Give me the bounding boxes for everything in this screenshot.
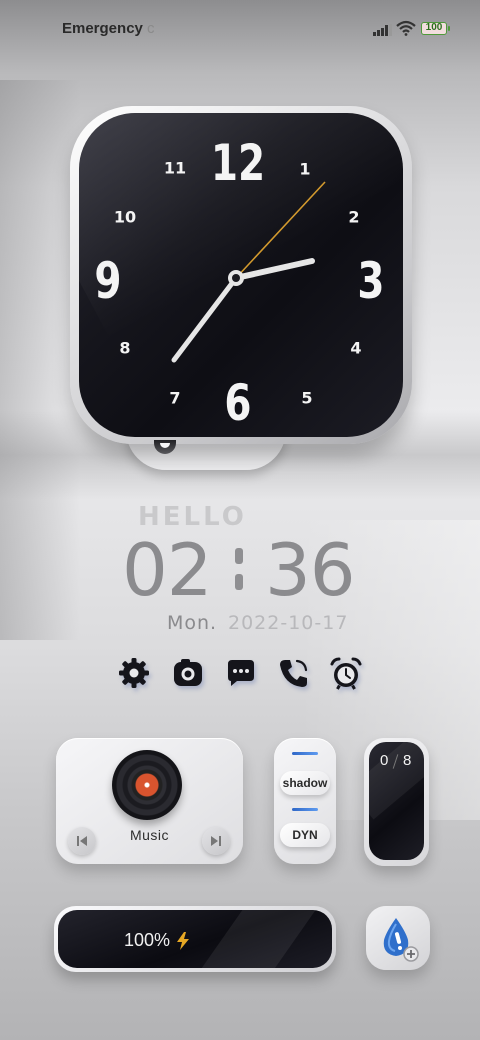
phone-icon[interactable] xyxy=(276,655,312,691)
battery-widget[interactable]: 100% xyxy=(54,906,336,972)
skip-previous-icon xyxy=(77,836,87,846)
date-day: 17 xyxy=(322,612,349,634)
date-year: 2022 xyxy=(228,612,281,634)
vinyl-record-icon[interactable] xyxy=(112,750,182,820)
minute-hand xyxy=(171,275,239,363)
alarm-clock-icon[interactable] xyxy=(328,655,364,691)
battery-percent: 100% xyxy=(124,930,171,950)
digital-colon xyxy=(235,548,243,590)
counter-left: 0 xyxy=(380,752,389,769)
skip-next-button[interactable] xyxy=(202,827,230,855)
water-drop-add-icon xyxy=(383,918,419,962)
music-widget[interactable]: Music xyxy=(56,738,243,864)
app-dock xyxy=(116,655,366,695)
digital-minutes: 36 xyxy=(265,528,356,612)
counter-right: 8 xyxy=(403,752,412,769)
messages-icon[interactable] xyxy=(223,655,259,691)
digital-hours: 02 xyxy=(122,528,213,612)
carrier-suffix: c xyxy=(147,20,155,37)
water-reminder-widget[interactable] xyxy=(366,906,430,970)
camera-icon[interactable] xyxy=(170,655,206,691)
toggle-widget: shadow DYN xyxy=(274,738,336,864)
shadow-toggle-label: shadow xyxy=(280,771,330,795)
status-bar: Emergency c 100 xyxy=(0,16,480,42)
lightning-bolt-icon xyxy=(177,932,189,950)
wifi-icon xyxy=(396,20,416,36)
clock-hands xyxy=(171,181,326,363)
date-weekday: Mon. xyxy=(167,612,218,634)
counter-widget[interactable]: 0 8 xyxy=(364,738,429,866)
date-month: 10 xyxy=(288,612,315,634)
analog-clock-widget[interactable]: 12 1 2 3 4 5 6 7 8 9 10 11 xyxy=(70,106,412,470)
battery-level: 100 xyxy=(425,22,443,33)
settings-icon[interactable] xyxy=(116,655,152,691)
date-full: 2022-10-17 xyxy=(228,612,349,634)
skip-next-icon xyxy=(211,836,221,846)
dyn-toggle-label: DYN xyxy=(280,823,330,847)
signal-bars-icon xyxy=(373,24,392,36)
clock-face: 12 1 2 3 4 5 6 7 8 9 10 11 xyxy=(79,113,403,437)
hour-hand xyxy=(233,258,315,281)
skip-previous-button[interactable] xyxy=(68,827,96,855)
carrier-label: Emergency c xyxy=(62,20,155,37)
battery-icon: 100 xyxy=(421,22,450,35)
